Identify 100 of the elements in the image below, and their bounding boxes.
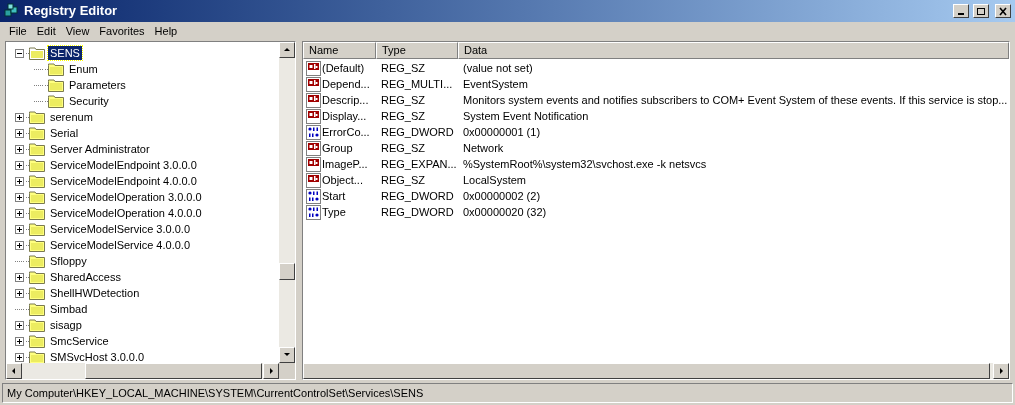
expand-icon[interactable] [15, 272, 24, 282]
maximize-button[interactable] [973, 4, 989, 18]
table-cell-text: REG_DWORD [381, 204, 454, 220]
expand-icon[interactable] [15, 240, 24, 250]
expand-icon[interactable] [15, 336, 24, 346]
scroll-up-button[interactable] [279, 42, 295, 58]
table-cell-text: Start [322, 188, 346, 204]
folder-icon [48, 94, 64, 108]
tree-item[interactable]: Simbad [48, 302, 90, 316]
table-cell-text: Type [322, 204, 346, 220]
tree-item[interactable]: ServiceModelOperation 4.0.0.0 [48, 206, 204, 220]
scroll-down-button[interactable] [279, 347, 295, 363]
expand-icon[interactable] [15, 288, 24, 298]
string-value-icon [306, 60, 322, 76]
table-cell-text: ErrorCo... [322, 124, 370, 140]
binary-value-icon [306, 204, 322, 220]
table-cell-text: Descrip... [322, 92, 369, 108]
tree-item[interactable]: SmcService [48, 334, 111, 348]
menu-item[interactable]: File [4, 22, 32, 40]
scroll-right-button[interactable] [263, 363, 279, 379]
horizontal-scrollbar[interactable] [6, 363, 279, 379]
folder-icon [29, 318, 45, 332]
registry-cubes-icon [4, 3, 20, 19]
window-title: Registry Editor [24, 2, 119, 21]
column-header[interactable]: Type [376, 42, 458, 59]
folder-icon [48, 78, 64, 92]
menu-item[interactable]: Favorites [94, 22, 150, 40]
collapse-icon[interactable] [15, 48, 24, 58]
table-cell-text: REG_MULTI... [381, 76, 453, 92]
expand-icon[interactable] [15, 176, 24, 186]
folder-icon [29, 238, 45, 252]
table-cell-text: 0x00000001 (1) [463, 124, 541, 140]
table-cell-text: ImageP... [322, 156, 368, 172]
table-cell-text: Display... [322, 108, 367, 124]
tree-item[interactable]: Serial [48, 126, 81, 140]
minimize-button[interactable] [953, 4, 969, 18]
folder-icon [29, 110, 45, 124]
table-cell-text: (Default) [322, 60, 365, 76]
tree-item[interactable]: SharedAccess [48, 270, 123, 284]
table-cell-text: Network [463, 140, 504, 156]
status-text: My Computer\HKEY_LOCAL_MACHINE\SYSTEM\CurrentControlSet\Services\SENS [7, 385, 424, 401]
scroll-thumb[interactable] [279, 263, 295, 280]
scroll-thumb[interactable] [85, 363, 262, 379]
minimize-icon [958, 13, 964, 15]
binary-value-icon [306, 124, 322, 140]
folder-icon [29, 174, 45, 188]
folder-icon [29, 334, 45, 348]
string-value-icon [306, 156, 322, 172]
tree-item[interactable]: ShellHWDetection [48, 286, 142, 300]
menu-item[interactable]: Help [149, 22, 183, 40]
expand-icon[interactable] [15, 208, 24, 218]
expand-icon[interactable] [15, 320, 24, 330]
table-cell-text: Depend... [322, 76, 370, 92]
expand-icon[interactable] [15, 160, 24, 170]
expand-icon[interactable] [15, 192, 24, 202]
string-value-icon [306, 172, 322, 188]
tree-item[interactable]: Server Administrator [48, 142, 152, 156]
scroll-left-button[interactable] [6, 363, 22, 379]
expand-icon[interactable] [15, 144, 24, 154]
table-cell-text: 0x00000002 (2) [463, 188, 541, 204]
table-cell-text: REG_SZ [381, 60, 425, 76]
tree-item[interactable]: sisagp [48, 318, 84, 332]
close-icon [998, 6, 1008, 16]
tree-item[interactable]: SMSvcHost 3.0.0.0 [48, 350, 147, 363]
scrollbar-corner [279, 363, 295, 379]
table-cell-text: Group [322, 140, 353, 156]
folder-icon [29, 350, 45, 363]
expand-icon[interactable] [15, 128, 24, 138]
tree-item[interactable]: Sfloppy [48, 254, 89, 268]
table-cell-text: System Event Notification [463, 108, 589, 124]
folder-icon [29, 222, 45, 236]
table-cell-text: REG_SZ [381, 140, 425, 156]
expand-icon[interactable] [15, 352, 24, 362]
menu-item[interactable]: View [60, 22, 95, 40]
tree-item[interactable]: ServiceModelEndpoint 4.0.0.0 [48, 174, 199, 188]
close-button[interactable] [995, 4, 1011, 18]
expand-icon[interactable] [15, 224, 24, 234]
table-cell-text: REG_EXPAN... [381, 156, 457, 172]
menu-item[interactable]: Edit [31, 22, 61, 40]
table-cell-text: EventSystem [463, 76, 528, 92]
folder-icon [29, 158, 45, 172]
tree-item[interactable]: ServiceModelService 4.0.0.0 [48, 238, 192, 252]
expand-icon[interactable] [15, 112, 24, 122]
folder-icon [29, 190, 45, 204]
tree-item[interactable]: serenum [48, 110, 95, 124]
tree-item[interactable]: ServiceModelOperation 3.0.0.0 [48, 190, 204, 204]
tree-item[interactable]: Enum [67, 62, 100, 76]
vertical-scrollbar[interactable] [279, 42, 295, 363]
column-header[interactable]: Data [458, 42, 1009, 59]
tree-item[interactable]: SENS [48, 46, 82, 60]
tree-item[interactable]: ServiceModelService 3.0.0.0 [48, 222, 192, 236]
string-value-icon [306, 76, 322, 92]
column-header[interactable]: Name [303, 42, 376, 59]
scroll-right-button[interactable] [993, 363, 1009, 379]
tree-item[interactable]: Parameters [67, 78, 128, 92]
tree-item[interactable]: Security [67, 94, 111, 108]
folder-icon [29, 206, 45, 220]
tree-item[interactable]: ServiceModelEndpoint 3.0.0.0 [48, 158, 199, 172]
table-cell-text: REG_SZ [381, 92, 425, 108]
table-cell-text: REG_DWORD [381, 124, 454, 140]
